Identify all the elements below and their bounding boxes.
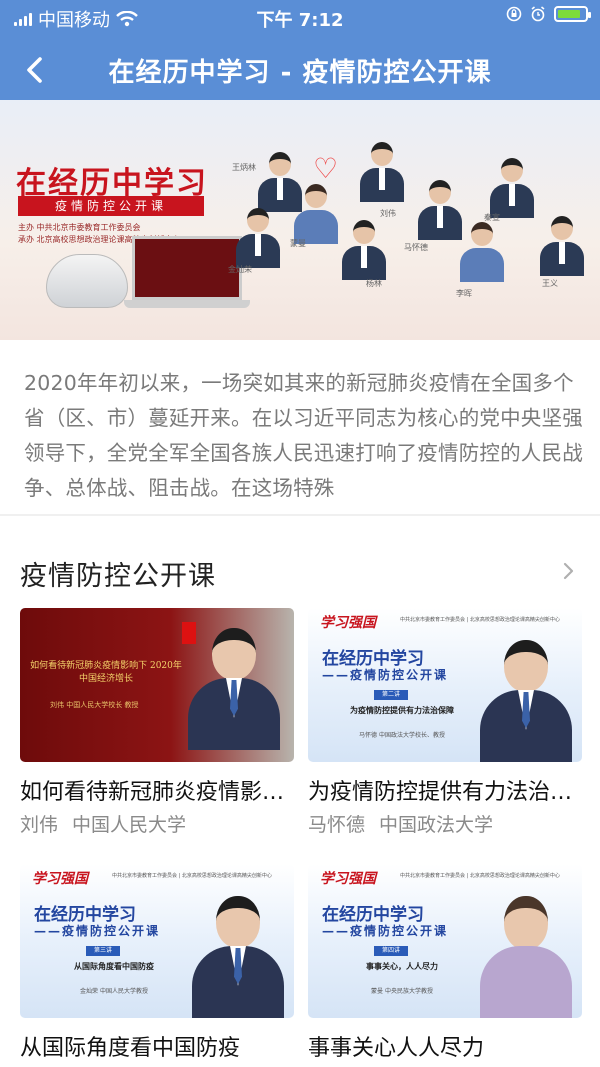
speaker-name: 马怀德 [404,243,428,252]
course-card[interactable]: 学习强国 中共北京市委教育工作委员会 | 北京高校思想政治理论课高精尖创新中心 … [308,864,582,1067]
course-thumbnail[interactable]: 学习强国 中共北京市委教育工作委员会 | 北京高校思想政治理论课高精尖创新中心 … [20,864,294,1018]
section-divider [0,514,600,516]
lesson-title: 从国际角度看中国防疫 [74,962,154,971]
course-title: 从国际角度看中国防疫 [20,1036,241,1061]
speaker-photo [480,640,572,762]
speaker-name: 金灿荣 [228,265,252,274]
alarm-icon [531,6,545,22]
speaker-name: 王炳林 [232,163,256,172]
nav-bar: 在经历中学习 - 疫情防控公开课 [0,44,600,94]
hero-banner[interactable]: 在经历中学习 疫情防控公开课 主办 中共北京市委教育工作委员会 承办 北京高校思… [0,100,600,340]
course-card[interactable]: 如何看待新冠肺炎疫情影响下 2020年中国经济增长 刘伟 中国人民大学校长 教授… [20,608,294,838]
speaker-portrait [360,142,404,202]
thumbnail-orgs: 中共北京市委教育工作委员会 | 北京高校思想政治理论课高精尖创新中心 [112,873,272,879]
banner-subtitle: 疫情防控公开课 [18,196,204,216]
banner-host: 主办 中共北京市委教育工作委员会 [18,223,141,232]
course-thumbnail[interactable]: 学习强国 中共北京市委教育工作委员会 | 北京高校思想政治理论课高精尖创新中心 … [308,608,582,762]
speaker-portrait [342,220,386,280]
course-description: 2020年年初以来，一场突如其来的新冠肺炎疫情在全国多个省（区、市）蔓延开来。在… [24,371,583,500]
course-card[interactable]: 学习强国 中共北京市委教育工作委员会 | 北京高校思想政治理论课高精尖创新中心 … [308,608,582,838]
course-meta: 刘伟 中国人民大学 [20,810,186,837]
lesson-speaker: 蒙曼 中央民族大学教授 [371,988,433,995]
lesson-title: 事事关心，人人尽力 [366,962,438,971]
speaker-portrait [294,184,338,244]
xuexi-logo: 学习强国 [32,871,88,887]
thumbnail-headline: 如何看待新冠肺炎疫情影响下 2020年中国经济增长 [30,661,182,684]
battery-icon [554,6,591,22]
battery-fill [558,10,581,18]
rotation-lock-icon [506,6,522,22]
speaker-name: 刘伟 [380,209,396,218]
laptop-image [132,236,242,300]
course-title: 事事关心人人尽力 [308,1036,485,1061]
course-card[interactable]: 学习强国 中共北京市委教育工作委员会 | 北京高校思想政治理论课高精尖创新中心 … [20,864,294,1067]
lesson-title: 为疫情防控提供有力法治保障 [350,706,454,715]
lesson-badge: 第三讲 [86,946,120,956]
speaker-photo [480,896,572,1018]
thumbnail-subtitle: ——疫情防控公开课 [322,668,449,682]
thumbnail-orgs: 中共北京市委教育工作委员会 | 北京高校思想政治理论课高精尖创新中心 [400,873,560,879]
course-speaker: 刘伟 [20,814,59,836]
lesson-speaker: 金灿荣 中国人民大学教授 [80,988,148,995]
xuexi-logo: 学习强国 [320,615,376,631]
course-school: 中国政法大学 [379,814,494,836]
section-title: 疫情防控公开课 [20,561,216,592]
speaker-photo [188,628,280,750]
speaker-portrait [236,208,280,268]
speaker-portrait [540,216,584,276]
xuexi-logo: 学习强国 [320,871,376,887]
thumbnail-caption: 刘伟 中国人民大学校长 教授 [50,701,139,709]
thumbnail-subtitle: ——疫情防控公开课 [34,924,161,938]
chevron-right-icon[interactable] [560,559,578,583]
course-title: 为疫情防控提供有力法治保障 [308,780,582,805]
thumbnail-subtitle: ——疫情防控公开课 [322,924,449,938]
heart-icon: ♡ [313,152,339,185]
lesson-badge: 第四讲 [374,946,408,956]
page-title: 在经历中学习 - 疫情防控公开课 [108,58,492,88]
speaker-portrait [418,180,462,240]
speaker-photo [192,896,284,1018]
status-right-group [506,6,591,22]
status-bar: 中国移动 下午 7:12 [0,0,600,34]
lesson-badge: 第二讲 [374,690,408,700]
speaker-portrait [460,222,504,282]
speaker-portrait [490,158,534,218]
header: 中国移动 下午 7:12 在经历中学习 - 疫情防控公开课 [0,0,600,100]
speaker-name: 李晖 [456,289,472,298]
course-speaker: 马怀德 [308,814,366,836]
face-mask-image [46,254,128,308]
speaker-name: 王义 [542,279,558,288]
speaker-name: 杨林 [366,279,382,288]
course-thumbnail[interactable]: 学习强国 中共北京市委教育工作委员会 | 北京高校思想政治理论课高精尖创新中心 … [308,864,582,1018]
course-thumbnail[interactable]: 如何看待新冠肺炎疫情影响下 2020年中国经济增长 刘伟 中国人民大学校长 教授 [20,608,294,762]
course-meta: 马怀德 中国政法大学 [308,810,493,837]
course-title: 如何看待新冠肺炎疫情影响下2020年中国经济增长 [20,780,294,805]
lesson-speaker: 马怀德 中国政法大学校长、教授 [359,732,445,739]
course-school: 中国人民大学 [72,814,187,836]
speaker-name: 蒙曼 [290,239,306,248]
laptop-base [124,300,250,308]
thumbnail-orgs: 中共北京市委教育工作委员会 | 北京高校思想政治理论课高精尖创新中心 [400,617,560,623]
